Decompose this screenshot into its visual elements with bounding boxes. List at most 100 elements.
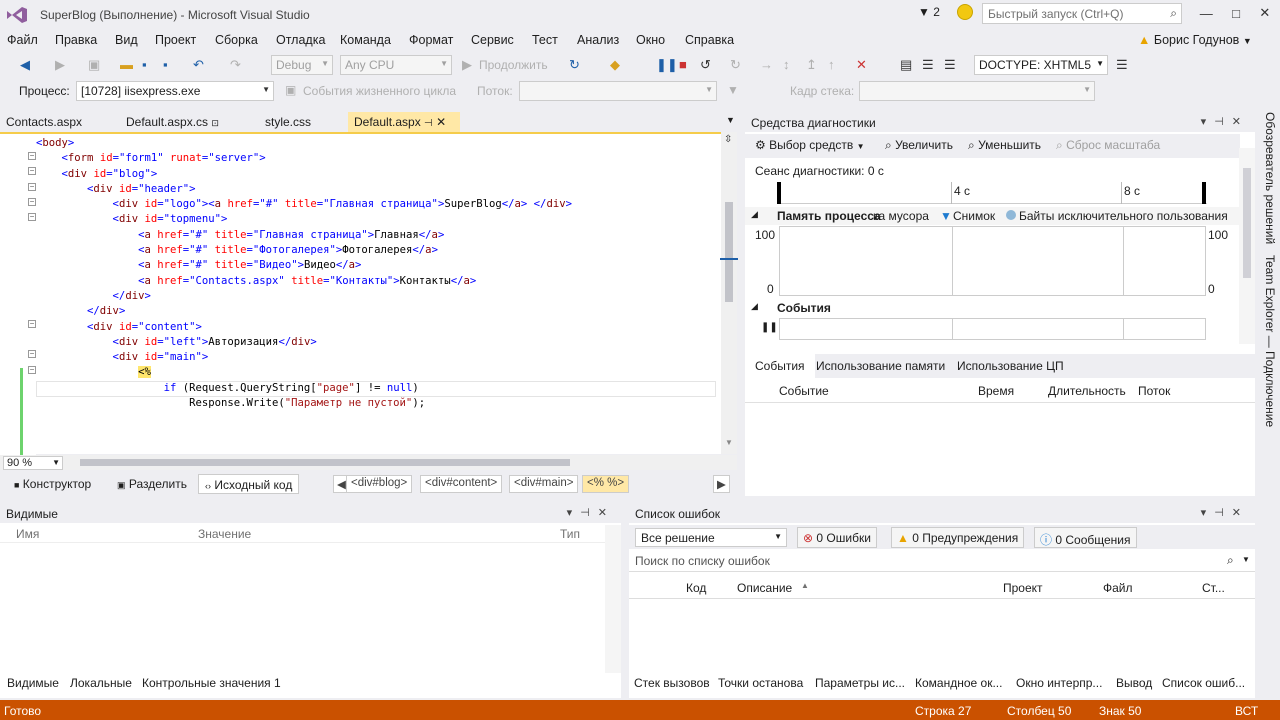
tab-overflow-icon[interactable]: ▼ xyxy=(726,115,735,125)
redo-icon[interactable]: ↷ xyxy=(230,57,241,73)
chevron-down-icon[interactable]: ▼ xyxy=(725,438,733,447)
events-track[interactable] xyxy=(779,318,1206,340)
crumb-code-block[interactable]: <% %> xyxy=(582,475,630,493)
notifications-button[interactable]: ▼ 2 xyxy=(918,5,940,19)
scroll-thumb[interactable] xyxy=(1243,168,1251,278)
tab-style-css[interactable]: style.css xyxy=(259,112,317,132)
col-line[interactable]: Ст... xyxy=(1202,581,1225,595)
close-icon[interactable]: ✕ xyxy=(436,115,446,129)
restart-icon[interactable]: ↺ xyxy=(700,57,711,73)
zoom-out-button[interactable]: ⌕ Уменьшить xyxy=(968,138,1041,153)
tab-default-aspx-cs[interactable]: Default.aspx.cs ⊡ xyxy=(120,112,225,132)
doctype-select[interactable]: DOCTYPE: XHTML5 ▼ xyxy=(974,55,1108,75)
memory-section-header[interactable]: ◢ Память процесса ка мусора ▼ Снимок Бай… xyxy=(745,207,1240,225)
menu-debug[interactable]: Отладка xyxy=(276,33,325,47)
editor-horizontal-scrollbar[interactable] xyxy=(0,455,737,470)
errors-filter-button[interactable]: ⊗ 0 Ошибки xyxy=(797,527,877,548)
menu-build[interactable]: Сборка xyxy=(215,33,258,47)
zoom-select[interactable]: 90 % ▼ xyxy=(3,456,63,470)
menu-project[interactable]: Проект xyxy=(155,33,196,47)
fold-icon[interactable]: − xyxy=(28,198,36,206)
tab-memory[interactable]: Использование памяти xyxy=(816,359,945,373)
scroll-thumb[interactable] xyxy=(725,202,733,302)
code-editor[interactable]: − − − − − − − − <body> <form id="form1" … xyxy=(0,132,737,456)
new-project-icon[interactable]: ▣ xyxy=(88,57,100,73)
collapse-icon[interactable]: ◢ xyxy=(751,209,758,220)
refresh-icon[interactable]: ↻ xyxy=(569,57,580,73)
filter-icon[interactable]: ▼ xyxy=(727,83,739,97)
select-tools-button[interactable]: ⚙ Выбор средств ▼ xyxy=(755,138,865,152)
messages-filter-button[interactable]: ⓘ 0 Сообщения xyxy=(1034,527,1137,548)
crumb-next-button[interactable]: ▶ xyxy=(713,475,730,493)
menu-team[interactable]: Команда xyxy=(340,33,391,47)
tab-watch-1[interactable]: Контрольные значения 1 xyxy=(142,676,281,690)
feedback-smile-icon[interactable] xyxy=(957,4,973,20)
platform-select[interactable]: Any CPU ▼ xyxy=(340,55,452,75)
menu-analyze[interactable]: Анализ xyxy=(577,33,619,47)
back-icon[interactable]: ◀ xyxy=(20,57,30,73)
crumb-main[interactable]: <div#main> xyxy=(509,475,579,493)
col-type[interactable]: Тип xyxy=(560,527,580,541)
breakpoints-icon[interactable]: ✕ xyxy=(856,57,867,73)
step-into-icon[interactable]: → xyxy=(760,57,773,72)
source-button[interactable]: ‹› Исходный код xyxy=(198,474,300,494)
tab-contacts-aspx[interactable]: Contacts.aspx xyxy=(0,112,88,132)
menu-file[interactable]: Файл xyxy=(7,33,38,47)
lifecycle-events-button[interactable]: События жизненного цикла xyxy=(303,84,456,98)
tab-immediate-window[interactable]: Окно интерпр... xyxy=(1016,676,1102,690)
tab-command-window[interactable]: Командное ок... xyxy=(915,676,1002,690)
warnings-filter-button[interactable]: ▲ 0 Предупреждения xyxy=(891,527,1025,548)
continue-button[interactable]: Продолжить xyxy=(479,58,548,72)
menu-format[interactable]: Формат xyxy=(409,33,453,47)
tab-cpu[interactable]: Использование ЦП xyxy=(957,359,1064,373)
configuration-select[interactable]: Debug ▼ xyxy=(271,55,333,75)
show-next-statement-icon[interactable]: ↻ xyxy=(730,57,741,73)
col-name[interactable]: Имя xyxy=(16,527,39,541)
stack-frame-select[interactable]: ▼ xyxy=(859,81,1095,101)
tab-error-list[interactable]: Список ошиб... xyxy=(1155,672,1253,694)
collapse-icon[interactable]: ◢ xyxy=(751,301,758,312)
browser-link-icon[interactable]: ◆ xyxy=(610,57,620,73)
tab-call-stack[interactable]: Стек вызовов xyxy=(634,676,710,690)
fold-icon[interactable]: − xyxy=(28,320,36,328)
pane-controls[interactable]: ▾⊣✕ xyxy=(567,506,615,519)
pane-controls[interactable]: ▾⊣✕ xyxy=(1201,115,1249,128)
memory-chart[interactable] xyxy=(779,226,1206,296)
col-value[interactable]: Значение xyxy=(198,527,251,541)
editor-vertical-scrollbar[interactable]: ⇳ ▼ xyxy=(720,132,738,454)
menu-test[interactable]: Тест xyxy=(532,33,558,47)
tab-exception-settings[interactable]: Параметры ис... xyxy=(815,676,905,690)
chevron-down-icon[interactable]: ▼ xyxy=(1242,555,1250,564)
col-duration[interactable]: Длительность xyxy=(1048,384,1126,398)
col-time[interactable]: Время xyxy=(978,384,1014,398)
pane-controls[interactable]: ▾⊣✕ xyxy=(1201,506,1249,519)
quick-launch-input[interactable]: Быстрый запуск (Ctrl+Q) ⌕ xyxy=(982,3,1182,24)
fold-icon[interactable]: − xyxy=(28,366,36,374)
solution-explorer-tab[interactable]: Обозреватель решений xyxy=(1263,112,1277,244)
tab-events[interactable]: События xyxy=(745,354,815,378)
fold-icon[interactable]: − xyxy=(28,167,36,175)
menu-edit[interactable]: Правка xyxy=(55,33,97,47)
save-icon[interactable]: ▪ xyxy=(142,57,147,72)
scroll-thumb[interactable] xyxy=(80,459,570,466)
stop-icon[interactable]: ■ xyxy=(679,57,687,72)
col-code[interactable]: Код xyxy=(686,581,706,595)
col-file[interactable]: Файл xyxy=(1103,581,1133,595)
thread-select[interactable]: ▼ xyxy=(519,81,717,101)
menu-tools[interactable]: Сервис xyxy=(471,33,514,47)
comment-icon[interactable]: ☰ xyxy=(1116,57,1128,73)
menu-view[interactable]: Вид xyxy=(115,33,138,47)
timeline-start-marker[interactable] xyxy=(777,182,781,204)
col-project[interactable]: Проект xyxy=(1003,581,1043,595)
events-section-header[interactable]: ◢ События xyxy=(745,299,1240,317)
step-out-icon[interactable]: ↥ xyxy=(806,57,817,73)
close-button[interactable]: ✕ xyxy=(1259,5,1270,21)
error-search[interactable]: Поиск по списку ошибок ⌕ ▼ xyxy=(629,550,1255,572)
maximize-button[interactable]: □ xyxy=(1232,6,1240,21)
autos-scrollbar[interactable] xyxy=(605,525,621,673)
step-up-icon[interactable]: ↑ xyxy=(828,57,835,72)
tab-default-aspx[interactable]: Default.aspx ⊣ ✕ xyxy=(348,112,460,132)
tab-output[interactable]: Вывод xyxy=(1116,676,1152,690)
pause-icon[interactable]: ❚❚ xyxy=(656,57,678,73)
scope-select[interactable]: Все решение ▼ xyxy=(635,528,787,547)
